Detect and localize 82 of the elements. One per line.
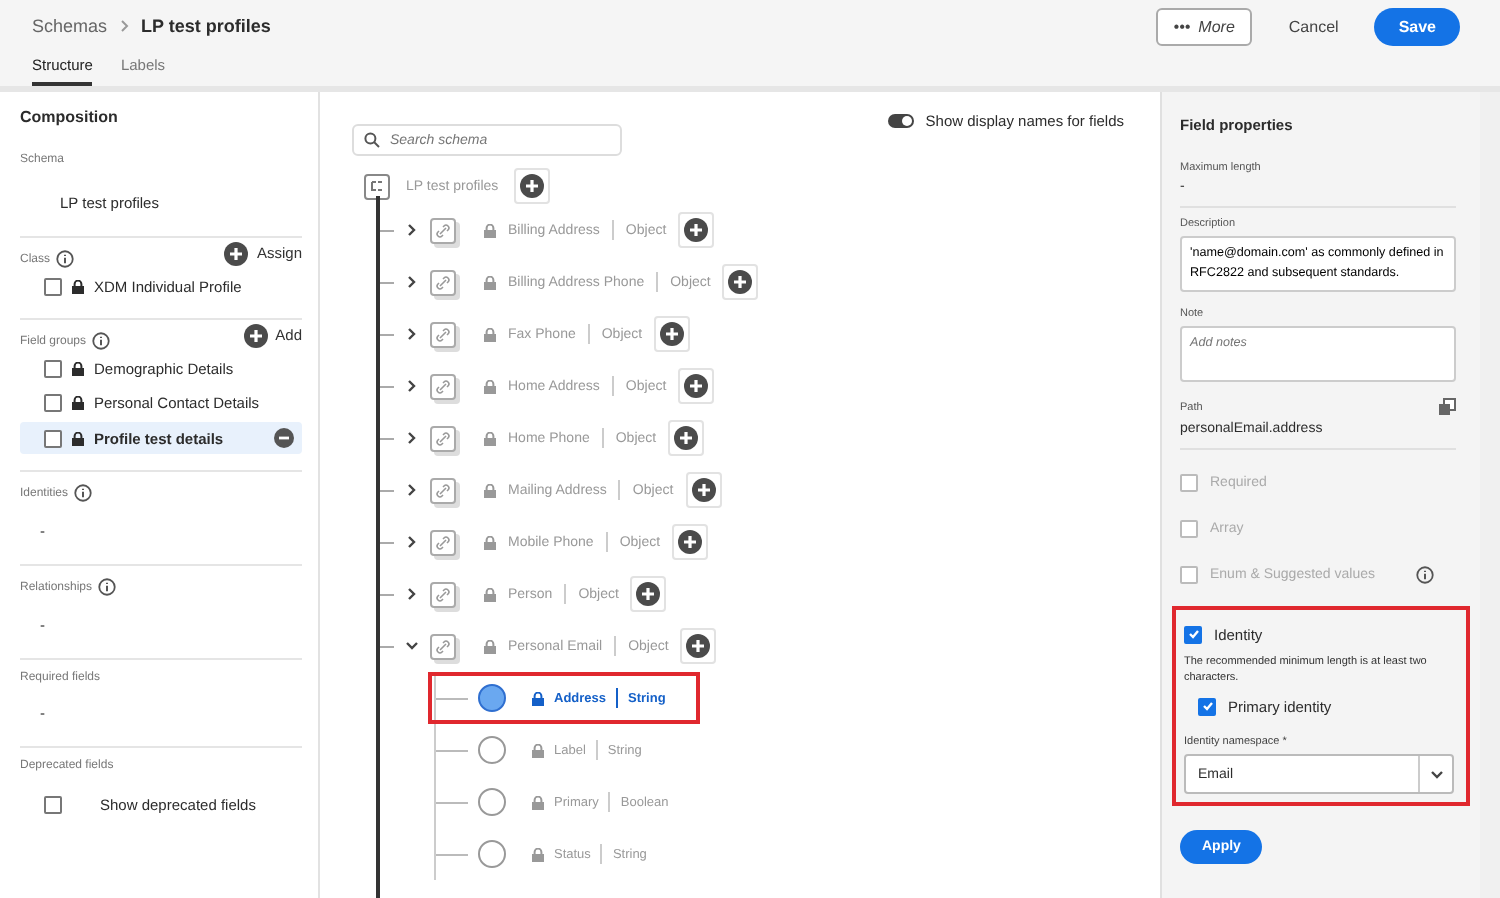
add-button[interactable]: [680, 628, 717, 664]
remove-icon: [274, 428, 294, 448]
link-icon: [430, 269, 456, 295]
link-icon: [430, 217, 456, 243]
toggle-switch[interactable]: [887, 114, 914, 128]
save-button[interactable]: Save: [1374, 7, 1460, 45]
add-icon: [728, 270, 753, 294]
page-title: LP test profiles: [141, 16, 271, 36]
chevron-icon: [406, 380, 418, 392]
chevron-icon: [406, 640, 418, 652]
lock-icon: [484, 483, 496, 497]
more-button[interactable]: ••• More: [1155, 7, 1253, 45]
lock-icon: [72, 280, 84, 294]
add-button[interactable]: [514, 168, 551, 204]
checkbox[interactable]: [1198, 697, 1216, 715]
checkbox[interactable]: [44, 278, 62, 296]
caret-icon: [1429, 769, 1443, 779]
chevron-icon: [406, 432, 418, 444]
link-icon: [430, 633, 456, 659]
add-icon: [243, 323, 268, 347]
lock-icon: [532, 691, 544, 705]
add-button[interactable]: [678, 212, 715, 248]
chevron-icon: [406, 484, 418, 496]
add-icon: [684, 374, 709, 398]
chevron-icon: [406, 328, 418, 340]
lock-icon: [72, 431, 84, 445]
add-icon: [691, 478, 716, 502]
checkbox[interactable]: [44, 360, 62, 378]
lock-icon: [484, 639, 496, 653]
info-icon: [56, 250, 75, 268]
lock-icon: [484, 275, 496, 289]
link-icon: [430, 373, 456, 399]
add-icon: [520, 174, 545, 198]
add-icon: [636, 582, 661, 606]
info-icon: [92, 332, 111, 350]
chevron-icon: [119, 20, 130, 32]
link-icon: [430, 477, 456, 503]
schema-icon: [364, 173, 390, 199]
chevron-icon: [406, 276, 418, 288]
info-icon: [98, 578, 117, 596]
lock-icon: [72, 362, 84, 376]
info-icon: [74, 484, 93, 502]
add-icon: [660, 322, 685, 346]
add-button[interactable]: [630, 576, 667, 612]
panel-title: Composition: [20, 108, 120, 126]
link-icon: [430, 425, 456, 451]
info-icon: [1415, 566, 1433, 584]
lock-icon: [484, 535, 496, 549]
lock-icon: [484, 327, 496, 341]
add-button[interactable]: [722, 264, 759, 300]
add-button[interactable]: [668, 420, 705, 456]
search-icon: [364, 132, 380, 148]
lock-icon: [532, 847, 544, 861]
breadcrumb-link[interactable]: Schemas: [32, 16, 108, 36]
checkbox[interactable]: [44, 429, 62, 447]
link-icon: [430, 529, 456, 555]
add-icon: [674, 426, 699, 450]
lock-icon: [484, 587, 496, 601]
cancel-button[interactable]: Cancel: [1276, 15, 1351, 37]
copy-icon[interactable]: [1438, 398, 1456, 416]
lock-icon: [484, 431, 496, 445]
lock-icon: [532, 743, 544, 757]
add-icon: [686, 634, 711, 658]
lock-icon: [484, 223, 496, 237]
checkbox[interactable]: [44, 394, 62, 412]
chevron-icon: [406, 224, 418, 236]
add-button[interactable]: [678, 368, 715, 404]
chevron-icon: [406, 588, 418, 600]
lock-icon: [532, 795, 544, 809]
lock-icon: [72, 396, 84, 410]
add-icon: [224, 241, 249, 265]
link-icon: [430, 581, 456, 607]
add-icon: [678, 530, 703, 554]
add-icon: [684, 218, 709, 242]
add-button[interactable]: [672, 524, 709, 560]
checkbox[interactable]: [1184, 625, 1202, 643]
add-button[interactable]: [654, 316, 691, 352]
link-icon: [430, 321, 456, 347]
lock-icon: [484, 379, 496, 393]
chevron-icon: [406, 536, 418, 548]
checkbox[interactable]: [44, 796, 62, 814]
add-button[interactable]: [685, 472, 722, 508]
